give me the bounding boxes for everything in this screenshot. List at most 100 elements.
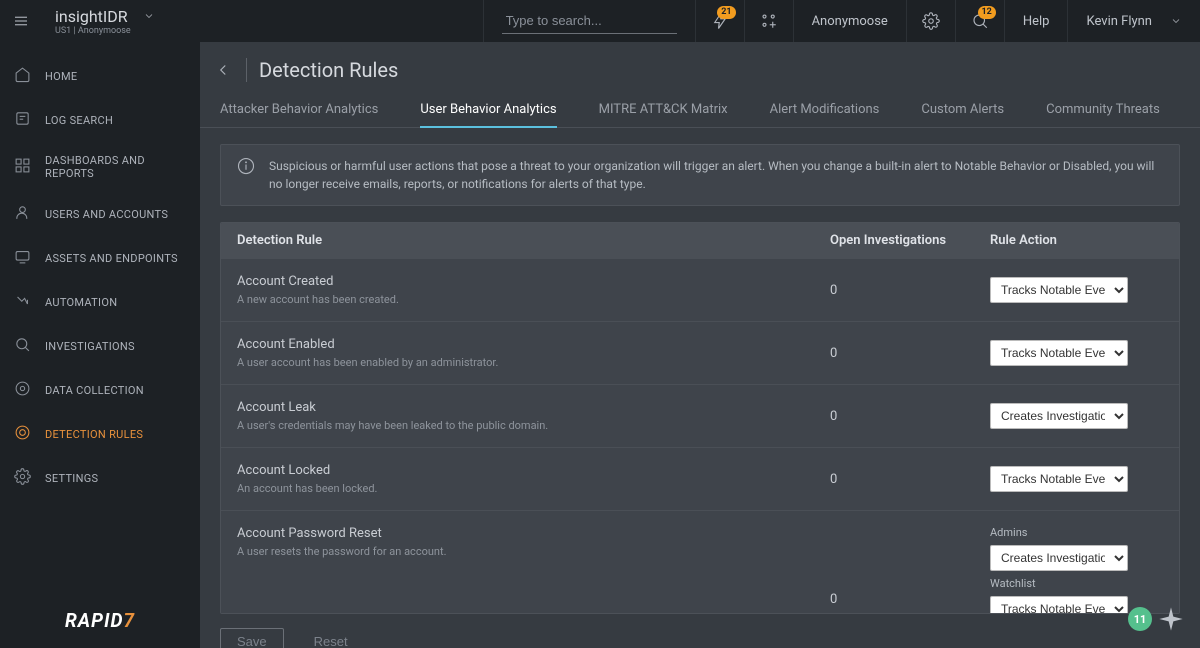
sidebar-item-detection-rules[interactable]: DETECTION RULES bbox=[0, 412, 200, 456]
open-investigations-count: 0 bbox=[830, 592, 837, 607]
table-row: Account Enabled A user account has been e… bbox=[221, 321, 1179, 384]
action-sublabel: Watchlist bbox=[990, 577, 1163, 590]
nav-icon bbox=[14, 424, 31, 444]
info-banner: Suspicious or harmful user actions that … bbox=[220, 144, 1180, 206]
sidebar-item-settings[interactable]: SETTINGS bbox=[0, 456, 200, 500]
sidebar-footer: RAPID7 bbox=[0, 593, 200, 648]
rule-name: Account Password Reset bbox=[237, 526, 798, 541]
nav-icon bbox=[14, 157, 31, 177]
app-header: insightIDR US1 | Anonymoose 21 Anonymoos… bbox=[0, 0, 1200, 42]
float-badge[interactable]: 11 bbox=[1128, 604, 1186, 634]
rapid7-logo: RAPID7 bbox=[65, 609, 135, 632]
tab-user-behavior-analytics[interactable]: User Behavior Analytics bbox=[420, 102, 556, 127]
tab-attacker-behavior-analytics[interactable]: Attacker Behavior Analytics bbox=[220, 102, 378, 127]
sidebar-item-users-and-accounts[interactable]: USERS AND ACCOUNTS bbox=[0, 192, 200, 236]
user-menu[interactable]: Kevin Flynn bbox=[1067, 0, 1200, 42]
open-investigations-count: 0 bbox=[830, 346, 837, 361]
rule-name: Account Enabled bbox=[237, 337, 798, 352]
sidebar-item-label: LOG SEARCH bbox=[45, 114, 113, 127]
nav-icon bbox=[14, 110, 31, 130]
col-action: Rule Action bbox=[974, 223, 1179, 258]
info-icon bbox=[237, 157, 255, 175]
sidebar-item-log-search[interactable]: LOG SEARCH bbox=[0, 98, 200, 142]
table-row: Account LockedAn account has been locked… bbox=[221, 447, 1179, 510]
nav-icon bbox=[14, 204, 31, 224]
tab-community-threats[interactable]: Community Threats bbox=[1046, 102, 1160, 127]
sidebar-item-assets-and-endpoints[interactable]: ASSETS AND ENDPOINTS bbox=[0, 236, 200, 280]
table-row: Account Leak A user's credentials may hav… bbox=[221, 384, 1179, 447]
help-badge: 12 bbox=[978, 6, 996, 19]
search-input[interactable] bbox=[506, 13, 673, 28]
nav-icon bbox=[14, 336, 31, 356]
help-link[interactable]: Help bbox=[1004, 0, 1068, 42]
anon-label[interactable]: Anonymoose bbox=[793, 0, 906, 42]
save-button[interactable]: Save bbox=[220, 628, 284, 648]
chevron-down-icon bbox=[1170, 15, 1182, 27]
reset-button[interactable]: Reset bbox=[314, 628, 348, 648]
sidebar-item-label: DATA COLLECTION bbox=[45, 384, 144, 397]
apps-button[interactable] bbox=[744, 0, 793, 42]
rule-description: A user resets the password for an accoun… bbox=[237, 545, 798, 558]
tab-custom-alerts[interactable]: Custom Alerts bbox=[921, 102, 1004, 127]
sidebar-item-label: DETECTION RULES bbox=[45, 428, 143, 441]
nav: HOME LOG SEARCH DASHBOARDS AND REPORTS USER… bbox=[0, 42, 200, 593]
rule-description: A new account has been created. bbox=[237, 293, 798, 306]
rule-name: Account Leak bbox=[237, 400, 798, 415]
brand-title: insightIDR bbox=[55, 7, 128, 26]
sidebar-item-label: HOME bbox=[45, 70, 77, 83]
col-open: Open Investigations bbox=[814, 223, 974, 258]
gear-icon bbox=[922, 12, 940, 30]
sidebar-item-label: DASHBOARDS AND REPORTS bbox=[45, 154, 186, 180]
info-text: Suspicious or harmful user actions that … bbox=[269, 157, 1163, 193]
rule-description: A user account has been enabled by an ad… bbox=[237, 356, 798, 369]
settings-button[interactable] bbox=[906, 0, 955, 42]
col-rule: Detection Rule bbox=[221, 223, 814, 258]
user-name-label: Kevin Flynn bbox=[1086, 14, 1152, 29]
rule-action-select[interactable]: Tracks Notable EventsCreates Investigati… bbox=[990, 596, 1128, 614]
search-box[interactable] bbox=[502, 8, 677, 34]
table-row: Account Password Reset A user resets the … bbox=[221, 510, 1179, 614]
sidebar-item-label: AUTOMATION bbox=[45, 296, 117, 309]
rules-table: Detection Rule Open Investigations Rule … bbox=[220, 222, 1180, 614]
open-investigations-count: 0 bbox=[830, 409, 837, 424]
rule-action-select[interactable]: Tracks Notable EventsCreates Investigati… bbox=[990, 545, 1128, 571]
open-investigations-count: 0 bbox=[830, 472, 837, 487]
sidebar-item-label: INVESTIGATIONS bbox=[45, 340, 135, 353]
tab-alert-modifications[interactable]: Alert Modifications bbox=[770, 102, 880, 127]
nav-icon bbox=[14, 248, 31, 268]
notifications-button[interactable]: 21 bbox=[695, 0, 744, 42]
nav-icon bbox=[14, 66, 31, 86]
rule-action-select[interactable]: Tracks Notable EventsCreates Investigati… bbox=[990, 466, 1128, 492]
rule-action-select[interactable]: Tracks Notable EventsCreates Investigati… bbox=[990, 340, 1128, 366]
back-button[interactable] bbox=[212, 59, 234, 81]
sidebar-item-investigations[interactable]: INVESTIGATIONS bbox=[0, 324, 200, 368]
chevron-left-icon bbox=[214, 61, 232, 79]
sidebar: HOME LOG SEARCH DASHBOARDS AND REPORTS USER… bbox=[0, 42, 200, 648]
sidebar-item-label: USERS AND ACCOUNTS bbox=[45, 208, 168, 221]
rule-name: Account Locked bbox=[237, 463, 798, 478]
page-title: Detection Rules bbox=[259, 58, 398, 82]
rule-name: Account Created bbox=[237, 274, 798, 289]
rule-description: A user's credentials may have been leake… bbox=[237, 419, 798, 432]
table-header: Detection Rule Open Investigations Rule … bbox=[221, 223, 1179, 258]
apps-icon bbox=[760, 12, 778, 30]
tabs: Attacker Behavior Analytics User Behavior… bbox=[200, 82, 1200, 128]
chevron-down-icon bbox=[143, 10, 155, 22]
sidebar-item-home[interactable]: HOME bbox=[0, 54, 200, 98]
sidebar-item-data-collection[interactable]: DATA COLLECTION bbox=[0, 368, 200, 412]
tab-mitre-att-ck-matrix[interactable]: MITRE ATT&CK Matrix bbox=[599, 102, 728, 127]
nav-icon bbox=[14, 380, 31, 400]
brand[interactable]: insightIDR US1 | Anonymoose bbox=[42, 7, 155, 36]
brand-subtitle: US1 | Anonymoose bbox=[55, 26, 155, 36]
divider bbox=[246, 58, 247, 82]
main: Detection Rules Attacker Behavior Analyt… bbox=[200, 42, 1200, 648]
sidebar-item-dashboards-and-reports[interactable]: DASHBOARDS AND REPORTS bbox=[0, 142, 200, 192]
rule-action-select[interactable]: Tracks Notable EventsCreates Investigati… bbox=[990, 403, 1128, 429]
menu-button[interactable] bbox=[0, 0, 42, 42]
action-sublabel: Admins bbox=[990, 526, 1163, 539]
nav-icon bbox=[14, 292, 31, 312]
sidebar-item-automation[interactable]: AUTOMATION bbox=[0, 280, 200, 324]
help-icon-button[interactable]: 12 bbox=[955, 0, 1004, 42]
rule-action-select[interactable]: Tracks Notable EventsCreates Investigati… bbox=[990, 277, 1128, 303]
sidebar-item-label: SETTINGS bbox=[45, 472, 98, 485]
